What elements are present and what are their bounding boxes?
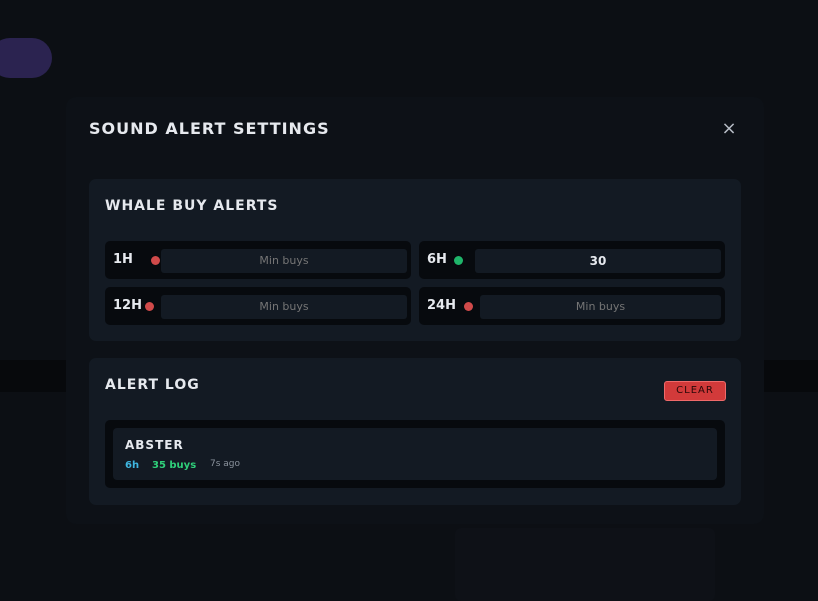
modal-title: SOUND ALERT SETTINGS [89, 119, 330, 138]
min-buys-input-1h[interactable] [161, 249, 407, 273]
alert-log-title: ALERT LOG [105, 377, 200, 393]
alert-label-1h: 1H [113, 252, 133, 267]
status-dot-icon [145, 302, 154, 311]
status-dot-icon [151, 256, 160, 265]
status-dot-icon [464, 302, 473, 311]
status-dot-icon [454, 256, 463, 265]
whale-buy-alerts-section: WHALE BUY ALERTS 1H 6H 12H 24H [89, 179, 741, 341]
min-buys-input-24h[interactable] [480, 295, 721, 319]
min-buys-input-12h[interactable] [161, 295, 407, 319]
background-panel [455, 528, 715, 601]
whale-buy-alerts-title: WHALE BUY ALERTS [105, 198, 279, 214]
alert-row-12h: 12H [105, 287, 411, 325]
log-entry-timeframe: 6h [125, 460, 140, 471]
background-button [0, 38, 52, 78]
alert-label-24h: 24H [427, 298, 456, 313]
log-entry-buys: 35 buys [152, 460, 197, 471]
log-entry-time: 7s ago [210, 459, 241, 469]
log-entry-token: ABSTER [125, 438, 184, 452]
log-entry: ABSTER 6h 35 buys 7s ago [113, 428, 717, 480]
sound-alert-settings-modal: SOUND ALERT SETTINGS × WHALE BUY ALERTS … [66, 97, 764, 524]
alert-row-6h: 6H [419, 241, 725, 279]
alert-log-section: ALERT LOG CLEAR ABSTER 6h 35 buys 7s ago [89, 358, 741, 505]
alert-label-6h: 6H [427, 252, 447, 267]
close-icon[interactable]: × [720, 119, 738, 139]
alert-label-12h: 12H [113, 298, 142, 313]
alert-row-1h: 1H [105, 241, 411, 279]
alert-row-24h: 24H [419, 287, 725, 325]
clear-button[interactable]: CLEAR [664, 381, 726, 401]
min-buys-input-6h[interactable] [475, 249, 721, 273]
alert-log-list: ABSTER 6h 35 buys 7s ago [105, 420, 725, 488]
